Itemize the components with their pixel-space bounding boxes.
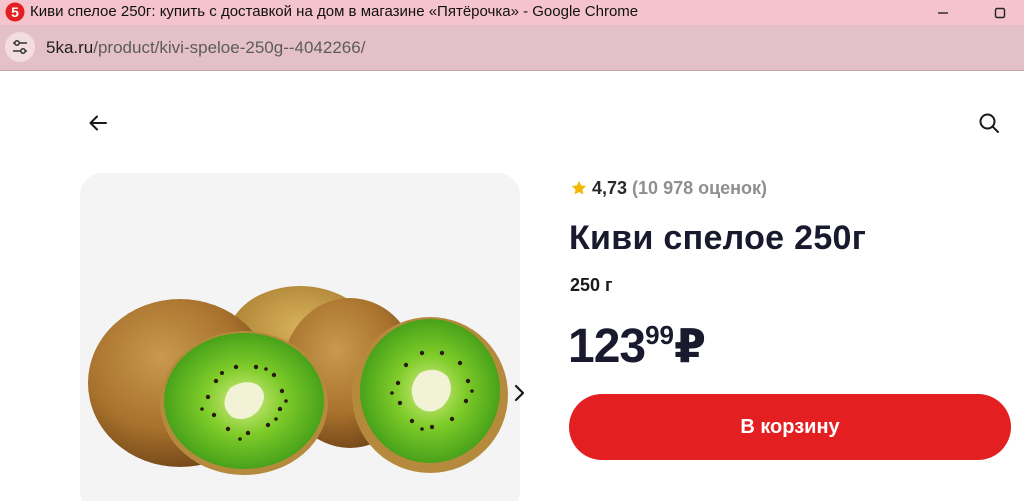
add-to-cart-button[interactable]: В корзину bbox=[569, 394, 1011, 460]
arrow-left-icon bbox=[89, 115, 107, 131]
product-title: Киви спелое 250г bbox=[569, 219, 867, 257]
price-cents: 99 bbox=[645, 320, 675, 350]
url-field[interactable]: 5ka.ru/product/kivi-speloe-250g--4042266… bbox=[46, 38, 365, 58]
back-button[interactable] bbox=[84, 109, 112, 137]
search-button[interactable] bbox=[975, 109, 1003, 137]
gallery-next-button[interactable] bbox=[502, 376, 536, 410]
product-gallery[interactable] bbox=[80, 173, 520, 501]
address-bar: 5ka.ru/product/kivi-speloe-250g--4042266… bbox=[0, 25, 1024, 71]
minimize-icon bbox=[938, 11, 948, 14]
site-info-button[interactable] bbox=[5, 32, 35, 62]
product-price: 12399₽ bbox=[568, 318, 706, 374]
price-currency: ₽ bbox=[674, 320, 707, 372]
rating-value: 4,73 bbox=[592, 177, 628, 198]
product-weight: 250 г bbox=[570, 275, 613, 295]
price-integer: 123 bbox=[568, 320, 646, 373]
rating-count: (10 978 оценок) bbox=[632, 177, 768, 198]
maximize-icon bbox=[994, 7, 1006, 18]
kiwi-product-image bbox=[88, 286, 508, 475]
maximize-button[interactable] bbox=[985, 0, 1015, 25]
window-titlebar: 5 Киви спелое 250г: купить с доставкой н… bbox=[0, 0, 1024, 25]
window-title: Киви спелое 250г: купить с доставкой на … bbox=[30, 3, 639, 20]
minimize-button[interactable] bbox=[928, 0, 958, 25]
product-rating[interactable]: 4,73 (10 978 оценок) bbox=[570, 176, 767, 200]
chevron-right-icon bbox=[514, 384, 525, 402]
tune-icon bbox=[13, 40, 27, 54]
favicon-icon: 5 bbox=[5, 2, 25, 22]
url-host: 5ka.ru bbox=[46, 38, 94, 57]
product-page: 4,73 (10 978 оценок) Киви спелое 250г 25… bbox=[0, 72, 1024, 501]
svg-text:5: 5 bbox=[11, 4, 19, 20]
url-path: /product/kivi-speloe-250g--4042266/ bbox=[93, 38, 366, 57]
star-icon bbox=[571, 180, 587, 195]
search-icon bbox=[979, 113, 999, 133]
